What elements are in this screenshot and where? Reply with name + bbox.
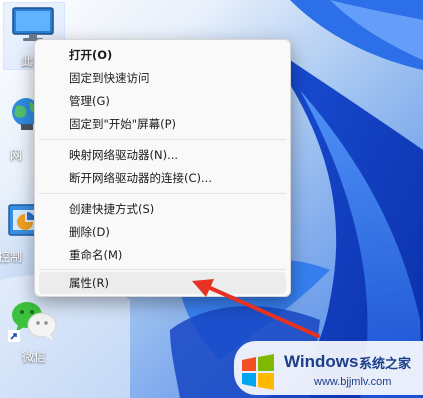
menu-item-pin-quick-access[interactable]: 固定到快速访问: [39, 67, 286, 89]
menu-separator: [39, 269, 286, 270]
context-menu: 打开(O) 固定到快速访问 管理(G) 固定到"开始"屏幕(P) 映射网络驱动器…: [34, 39, 291, 297]
watermark-url: www.bjjmlv.com: [314, 376, 392, 388]
windows-logo-icon: [242, 354, 274, 390]
menu-item-manage[interactable]: 管理(G): [39, 90, 286, 112]
menu-item-open[interactable]: 打开(O): [39, 44, 286, 66]
menu-item-delete[interactable]: 删除(D): [39, 221, 286, 243]
monitor-icon: [12, 7, 54, 41]
desktop-icon-label: 微信: [21, 350, 46, 364]
desktop-icon-wechat[interactable]: 微信: [4, 298, 64, 368]
menu-separator: [39, 193, 286, 194]
watermark-title: Windows: [284, 352, 359, 371]
menu-item-disconnect-network-drive[interactable]: 断开网络驱动器的连接(C)...: [39, 167, 286, 189]
menu-item-rename[interactable]: 重命名(M): [39, 244, 286, 266]
menu-item-create-shortcut[interactable]: 创建快捷方式(S): [39, 198, 286, 220]
menu-item-map-network-drive[interactable]: 映射网络驱动器(N)...: [39, 144, 286, 166]
desktop-icon-label: 网: [9, 148, 22, 162]
watermark-subtitle: 系统之家: [359, 357, 412, 372]
menu-item-properties[interactable]: 属性(R): [39, 272, 286, 294]
menu-separator: [39, 139, 286, 140]
watermark: Windows 系统之家 www.bjjmlv.com: [228, 339, 423, 398]
desktop-icon-label: 控制: [0, 250, 22, 264]
shortcut-arrow-icon: [8, 330, 20, 342]
menu-item-pin-start[interactable]: 固定到"开始"屏幕(P): [39, 113, 286, 135]
